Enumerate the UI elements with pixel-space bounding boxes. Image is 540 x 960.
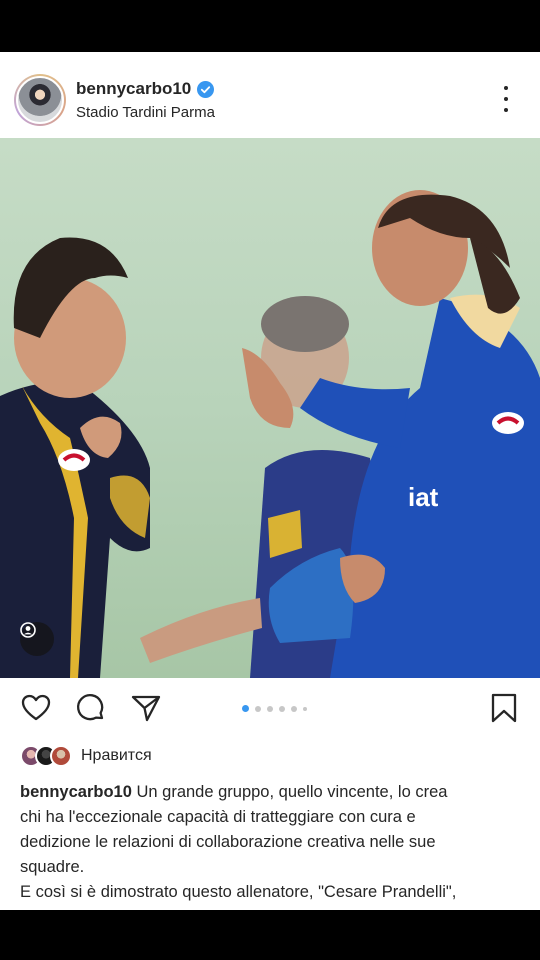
more-options-icon[interactable] xyxy=(494,86,518,112)
comment-icon[interactable] xyxy=(75,692,107,724)
likes-label: Нравится xyxy=(81,747,152,764)
caption-username[interactable]: bennycarbo10 xyxy=(20,783,132,801)
caption-line: E così si è dimostrato questo allenatore… xyxy=(20,883,457,901)
caption-line: squadre. xyxy=(20,858,85,876)
verified-badge-icon xyxy=(197,80,215,98)
carousel-dot xyxy=(291,705,297,712)
likes-row[interactable]: Нравится xyxy=(20,742,152,770)
carousel-dot xyxy=(279,705,285,712)
username[interactable]: bennycarbo10 xyxy=(76,79,191,99)
carousel-dot xyxy=(242,705,249,712)
caption-line: chi ha l'eccezionale capacità di tratteg… xyxy=(20,808,416,826)
photo-illustration: iat xyxy=(0,190,540,678)
caption-line: bennycarbo10 Un grande gruppo, quello vi… xyxy=(20,780,522,805)
user-tag-icon[interactable] xyxy=(20,622,54,656)
bookmark-icon[interactable] xyxy=(488,692,520,724)
navigation-bar xyxy=(0,910,540,960)
send-icon[interactable] xyxy=(130,692,162,724)
carousel-dot xyxy=(267,705,273,712)
heart-icon[interactable] xyxy=(20,692,52,724)
post-photo[interactable]: iat xyxy=(0,138,540,678)
carousel-dot xyxy=(255,705,261,712)
post-actions xyxy=(0,678,540,736)
avatar[interactable] xyxy=(14,74,66,126)
carousel-indicator xyxy=(242,705,307,712)
liker-avatar xyxy=(50,745,72,767)
caption-text: Un grande gruppo, quello vincente, lo cr… xyxy=(136,783,448,801)
carousel-dot xyxy=(303,706,307,711)
location-link[interactable]: Stadio Tardini Parma xyxy=(76,104,215,121)
instagram-post-screen: bennycarbo10 Stadio Tardini Parma iat Нр… xyxy=(0,52,540,910)
caption-line: dedizione le relazioni di collaborazione… xyxy=(20,833,436,851)
post-caption: bennycarbo10 Un grande gruppo, quello vi… xyxy=(20,780,522,905)
svg-text:iat: iat xyxy=(408,482,439,512)
username-row: bennycarbo10 xyxy=(76,79,215,99)
post-header: bennycarbo10 Stadio Tardini Parma xyxy=(0,52,540,138)
status-bar xyxy=(0,0,540,52)
